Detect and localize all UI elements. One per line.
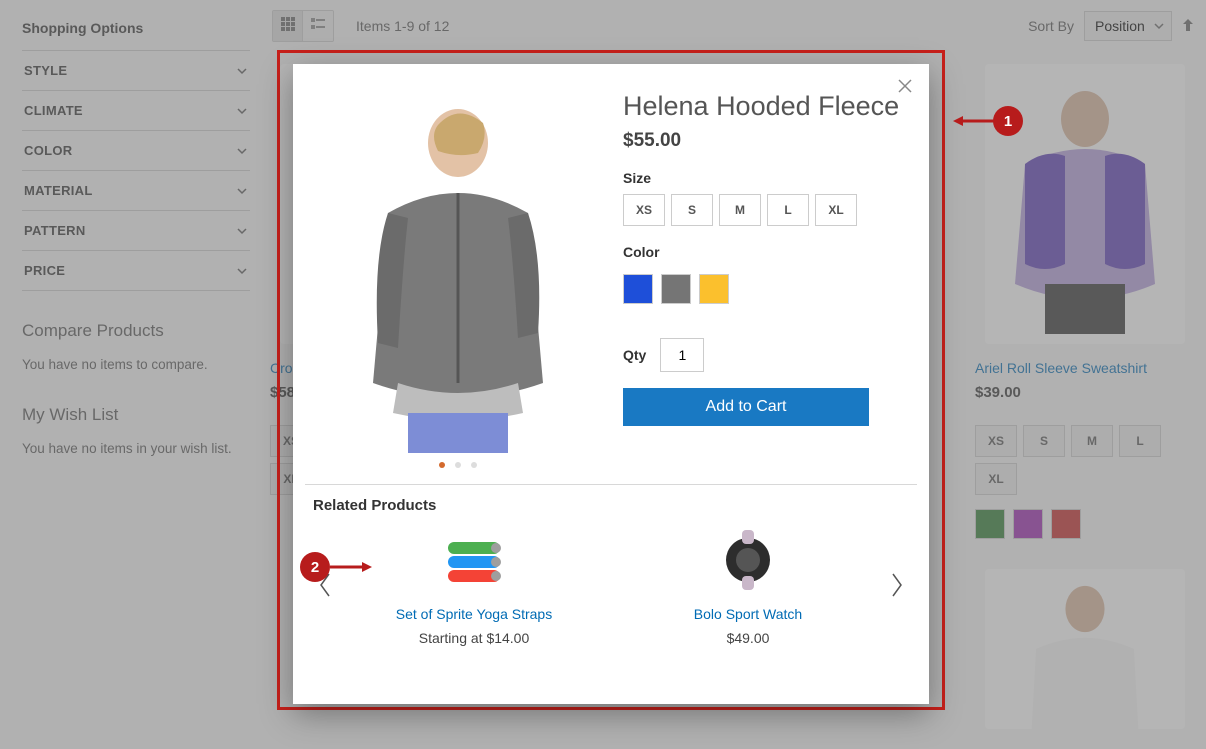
color-label: Color <box>623 244 909 260</box>
size-swatch[interactable]: L <box>767 194 809 226</box>
related-item-price: Starting at $14.00 <box>354 630 594 646</box>
color-swatch[interactable] <box>661 274 691 304</box>
color-swatch[interactable] <box>699 274 729 304</box>
related-item[interactable]: Set of Sprite Yoga Straps Starting at $1… <box>354 524 594 646</box>
related-item-image[interactable] <box>438 524 510 596</box>
related-products-title: Related Products <box>313 497 909 514</box>
quickview-modal: Helena Hooded Fleece $55.00 Size XS S M … <box>293 64 929 704</box>
product-info: Helena Hooded Fleece $55.00 Size XS S M … <box>623 78 909 468</box>
carousel-next-button[interactable] <box>885 565 909 605</box>
size-swatch[interactable]: M <box>719 194 761 226</box>
product-price: $55.00 <box>623 130 909 152</box>
related-item-price: $49.00 <box>628 630 868 646</box>
size-label: Size <box>623 170 909 186</box>
chevron-right-icon <box>890 572 904 598</box>
color-swatch[interactable] <box>623 274 653 304</box>
gallery-pagination <box>313 462 603 468</box>
size-swatch[interactable]: XS <box>623 194 665 226</box>
annotation-arrow <box>953 115 995 127</box>
annotation-arrow <box>330 561 372 573</box>
add-to-cart-button[interactable]: Add to Cart <box>623 388 869 426</box>
annotation-badge-1: 1 <box>993 106 1023 136</box>
product-title: Helena Hooded Fleece <box>623 90 909 124</box>
product-gallery[interactable] <box>313 78 603 458</box>
close-icon <box>897 78 913 94</box>
related-item-link[interactable]: Bolo Sport Watch <box>628 606 868 622</box>
pagination-dot[interactable] <box>471 462 477 468</box>
pagination-dot[interactable] <box>455 462 461 468</box>
qty-label: Qty <box>623 347 646 363</box>
related-item-link[interactable]: Set of Sprite Yoga Straps <box>354 606 594 622</box>
size-swatch[interactable]: XL <box>815 194 857 226</box>
divider <box>305 484 917 485</box>
size-swatch[interactable]: S <box>671 194 713 226</box>
related-item[interactable]: Bolo Sport Watch $49.00 <box>628 524 868 646</box>
related-item-image[interactable] <box>712 524 784 596</box>
qty-input[interactable] <box>660 338 704 372</box>
pagination-dot[interactable] <box>439 462 445 468</box>
annotation-badge-2: 2 <box>300 552 330 582</box>
related-products-carousel: Set of Sprite Yoga Straps Starting at $1… <box>313 524 909 646</box>
close-button[interactable] <box>897 78 913 99</box>
